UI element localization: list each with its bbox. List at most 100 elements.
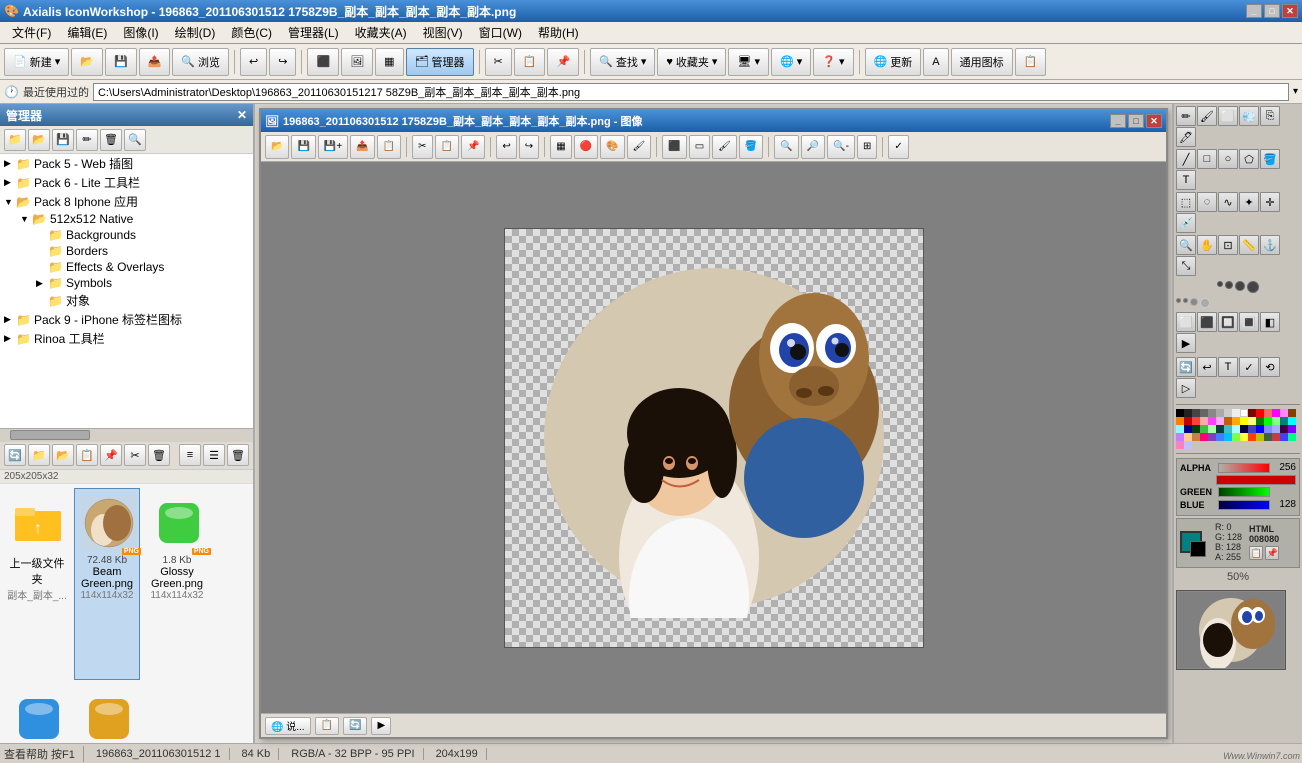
color-white[interactable] xyxy=(1240,409,1248,417)
tree-item-rinoa[interactable]: ▶ 📁 Rinoa 工具栏 xyxy=(0,329,253,348)
tree-item-pack8[interactable]: ▼ 📂 Pack 8 Iphone 应用 xyxy=(0,192,253,211)
redo-button[interactable]: ↪ xyxy=(269,48,296,76)
minimize-button[interactable]: _ xyxy=(1246,4,1262,18)
dot-option-3[interactable] xyxy=(1235,281,1245,291)
menu-manager[interactable]: 管理器(L) xyxy=(280,22,347,43)
dot2-4[interactable] xyxy=(1200,298,1210,308)
img-nav-btn4[interactable]: ▶ xyxy=(371,717,391,735)
globe-button[interactable]: 🌐 ▾ xyxy=(771,48,811,76)
color-navy[interactable] xyxy=(1184,425,1192,433)
new-button[interactable]: 📄 新建 ▾ xyxy=(4,48,69,76)
cut-button[interactable]: ✂ xyxy=(485,48,512,76)
file-tb-view2[interactable]: ☰ xyxy=(203,444,225,466)
tool-anchor[interactable]: ⚓ xyxy=(1260,235,1280,255)
dot2-3[interactable] xyxy=(1190,298,1198,306)
undo-button[interactable]: ↩ xyxy=(240,48,267,76)
color-darkpurple[interactable] xyxy=(1280,425,1288,433)
img-tb-zoomin[interactable]: 🔍 xyxy=(774,135,798,159)
img-tb-color3[interactable]: 🖌 xyxy=(627,135,652,159)
tool-set2-5[interactable]: ◧ xyxy=(1260,312,1280,332)
color-mintcyan[interactable] xyxy=(1232,425,1240,433)
tool-set2-2[interactable]: ⬛ xyxy=(1197,312,1217,332)
close-button[interactable]: ✕ xyxy=(1282,4,1298,18)
manager-tb-open[interactable]: 📂 xyxy=(28,129,50,151)
img-tb-redo[interactable]: ↪ xyxy=(519,135,539,159)
universal-button[interactable]: 通用图标 xyxy=(951,48,1013,76)
symbols-expander[interactable]: ▶ xyxy=(36,278,48,289)
tool-zoom[interactable]: 🔍 xyxy=(1176,235,1196,255)
tool-spray[interactable]: 💨 xyxy=(1239,106,1259,126)
menu-favorites[interactable]: 收藏夹(A) xyxy=(347,22,415,43)
tool-line[interactable]: ╱ xyxy=(1176,149,1196,169)
tree-item-effects[interactable]: 📁 Effects & Overlays xyxy=(0,259,253,275)
browse-button[interactable]: 🔍 浏览 xyxy=(172,48,229,76)
pack5-expander[interactable]: ▶ xyxy=(4,158,16,169)
tree-hscrollbar[interactable] xyxy=(0,428,253,442)
color-mediumblue2[interactable] xyxy=(1280,433,1288,441)
color-darkgray2[interactable] xyxy=(1192,409,1200,417)
file-item-glossy[interactable]: PNG 1.8 Kb GlossyGreen.png 114x114x32 xyxy=(144,488,210,680)
img-tb-zoomfit[interactable]: ⊞ xyxy=(857,135,877,159)
color-crimson[interactable] xyxy=(1184,417,1192,425)
color-mediumpurple[interactable] xyxy=(1208,433,1216,441)
color-cyan[interactable] xyxy=(1288,417,1296,425)
tool-set3-3[interactable]: T xyxy=(1218,357,1238,377)
maximize-button[interactable]: □ xyxy=(1264,4,1280,18)
color-teal[interactable] xyxy=(1280,417,1288,425)
display-button[interactable]: 🖥 ▾ xyxy=(728,48,769,76)
alpha-slider[interactable] xyxy=(1218,463,1270,473)
tool-set2-1[interactable]: ⬜ xyxy=(1176,312,1196,332)
tool-set3-5[interactable]: ⟲ xyxy=(1260,357,1280,377)
tb-save-button[interactable]: 💾 xyxy=(105,48,137,76)
file-item-extra2[interactable]: 114x114x32 xyxy=(74,684,140,744)
manager-tb-save[interactable]: 💾 xyxy=(52,129,74,151)
color-periwinkle[interactable] xyxy=(1272,425,1280,433)
img-maximize-button[interactable]: □ xyxy=(1128,114,1144,128)
color-darkgray1[interactable] xyxy=(1184,409,1192,417)
img-tb-copy[interactable]: 📋 xyxy=(435,135,459,159)
img-tb-color1[interactable]: 🔴 xyxy=(574,135,598,159)
file-tb-btn1[interactable]: 🔄 xyxy=(4,444,26,466)
manager-tb-delete[interactable]: 🗑 xyxy=(100,129,122,151)
tree-item-pack5[interactable]: ▶ 📁 Pack 5 - Web 插图 xyxy=(0,154,253,173)
color-hotpink[interactable] xyxy=(1200,433,1208,441)
tree-item-native[interactable]: ▼ 📂 512x512 Native xyxy=(0,211,253,227)
tool-set2-3[interactable]: 🔲 xyxy=(1218,312,1238,332)
color-lightred[interactable] xyxy=(1264,409,1272,417)
manager-tb-new[interactable]: 📁 xyxy=(4,129,26,151)
img-tb-grid[interactable]: ▦ xyxy=(550,135,571,159)
copy-button[interactable]: 📋 xyxy=(514,48,546,76)
img-tb-zoom[interactable]: 🔎 xyxy=(801,135,825,159)
color-green[interactable] xyxy=(1264,417,1272,425)
color-royalblue[interactable] xyxy=(1216,433,1224,441)
img-tb-color2[interactable]: 🎨 xyxy=(600,135,624,159)
color-yellow[interactable] xyxy=(1240,417,1248,425)
tool-polygon[interactable]: ⬠ xyxy=(1239,149,1259,169)
img-close-button[interactable]: ✕ xyxy=(1146,114,1162,128)
color-vermillion[interactable] xyxy=(1248,433,1256,441)
text-tool-button[interactable]: A xyxy=(923,48,948,76)
color-lightgray[interactable] xyxy=(1224,409,1232,417)
tool-text[interactable]: T xyxy=(1176,170,1196,190)
favorites-dropdown-icon[interactable]: ▾ xyxy=(712,55,718,68)
color-tan[interactable] xyxy=(1192,433,1200,441)
favorites-button[interactable]: ♥ 收藏夹 ▾ xyxy=(657,48,726,76)
tb-export-button[interactable]: 📤 xyxy=(139,48,171,76)
green-slider[interactable] xyxy=(1218,487,1270,497)
img-tb-cut[interactable]: ✂ xyxy=(412,135,432,159)
img-tb-export[interactable]: 📤 xyxy=(350,135,374,159)
image-format2-button[interactable]: 🖼 xyxy=(341,48,373,76)
sync-button[interactable]: 🌐 更新 xyxy=(865,48,922,76)
color-pastelrose[interactable] xyxy=(1176,441,1184,449)
img-tb-brush[interactable]: 🖌 xyxy=(712,135,737,159)
img-tb-paste[interactable]: 📌 xyxy=(461,135,485,159)
rinoa-expander[interactable]: ▶ xyxy=(4,333,16,344)
color-lavenderpale[interactable] xyxy=(1184,441,1192,449)
color-lavender[interactable] xyxy=(1216,417,1224,425)
tool-set3-4[interactable]: ✓ xyxy=(1239,357,1259,377)
html-paste-btn[interactable]: 📌 xyxy=(1265,546,1279,560)
menu-window[interactable]: 窗口(W) xyxy=(471,22,530,43)
image-formats-button[interactable]: ⬛ xyxy=(307,48,339,76)
color-lightgreen[interactable] xyxy=(1272,417,1280,425)
tool-select-rect[interactable]: ⬚ xyxy=(1176,192,1196,212)
